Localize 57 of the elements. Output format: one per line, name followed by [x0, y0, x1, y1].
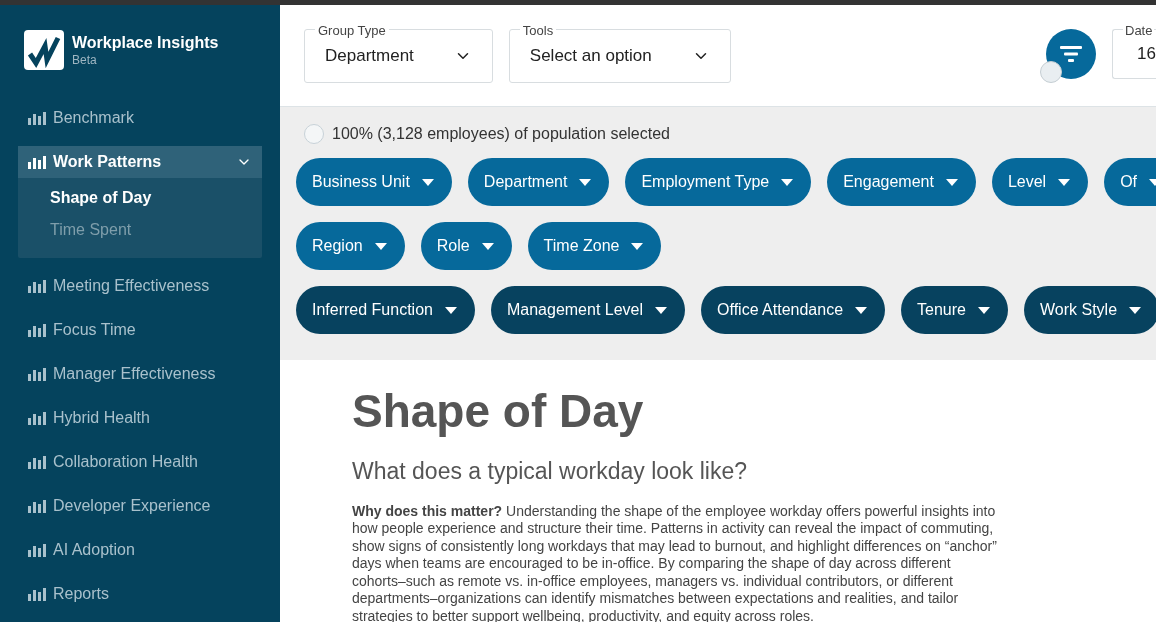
bar-chart-icon — [28, 155, 46, 169]
caret-icon — [481, 242, 494, 250]
bar-chart-icon — [28, 323, 46, 337]
logo-icon — [24, 30, 64, 70]
filter-pill[interactable]: Of — [1104, 158, 1156, 206]
caret-icon — [1129, 306, 1142, 314]
filter-pill[interactable]: Role — [420, 222, 512, 270]
filter-pill[interactable]: Inferred Function — [296, 286, 475, 334]
sidebar-item[interactable]: Developer Experience — [18, 490, 262, 522]
filter-icon — [1060, 46, 1082, 62]
filter-pill[interactable]: Work Style — [1024, 286, 1156, 334]
filter-pill[interactable]: Level — [991, 158, 1089, 206]
sidebar-item[interactable]: Manager Effectiveness — [18, 358, 262, 390]
sidebar-item[interactable]: Hybrid Health — [18, 402, 262, 434]
filter-pill[interactable]: Business Unit — [296, 158, 452, 206]
population-text: 100% (3,128 employees) of population selected — [332, 124, 670, 144]
filter-pill[interactable]: Engagement — [827, 158, 976, 206]
bar-chart-icon — [28, 587, 46, 601]
filter-pill[interactable]: Management Level — [490, 286, 686, 334]
caret-icon — [945, 178, 958, 186]
caret-icon — [579, 178, 592, 186]
radio-button[interactable] — [304, 124, 324, 144]
filter-pill[interactable]: Region — [296, 222, 405, 270]
caret-icon — [1058, 178, 1071, 186]
sidebar-item[interactable]: Meeting Effectiveness — [18, 270, 262, 302]
sidebar-item[interactable]: Focus Time — [18, 314, 262, 346]
caret-icon — [855, 306, 868, 314]
caret-icon — [655, 306, 668, 314]
sidebar-item[interactable]: AI Adoption — [18, 534, 262, 566]
app-subtitle: Beta — [72, 52, 98, 68]
bar-chart-icon — [28, 543, 46, 557]
app-title: Workplace Insights — [72, 32, 219, 53]
caret-icon — [631, 242, 644, 250]
caret-icon — [978, 306, 990, 314]
page-subtitle: What does a typical workday look like? — [352, 457, 749, 486]
filter-pill[interactable]: Time Zone — [527, 222, 662, 270]
filter-pill[interactable]: Tenure — [901, 286, 1008, 334]
caret-icon — [444, 306, 457, 314]
sidebar-item[interactable]: Work Patterns — [18, 146, 262, 178]
caret-icon — [421, 178, 434, 186]
bar-chart-icon — [28, 499, 46, 513]
filter-button[interactable] — [1046, 29, 1096, 79]
filter-pill[interactable]: Department — [467, 158, 610, 206]
caret-icon — [781, 178, 794, 186]
sidebar-subitem[interactable]: Time Spent — [18, 214, 262, 246]
bar-chart-icon — [28, 279, 46, 293]
bar-chart-icon — [28, 411, 46, 425]
sidebar-item[interactable]: Collaboration Health — [18, 446, 262, 478]
sidebar-item[interactable]: Reports — [18, 578, 262, 610]
bar-chart-icon — [28, 111, 46, 125]
caret-icon — [374, 242, 387, 250]
sidebar-subitem[interactable]: Shape of Day — [18, 182, 262, 214]
filter-pill[interactable]: Office Attendance — [701, 286, 886, 334]
bar-chart-icon — [28, 455, 46, 469]
filter-pill[interactable]: Employment Type — [625, 158, 812, 206]
sidebar-item[interactable]: Benchmark — [18, 102, 262, 134]
bar-chart-icon — [28, 367, 46, 381]
